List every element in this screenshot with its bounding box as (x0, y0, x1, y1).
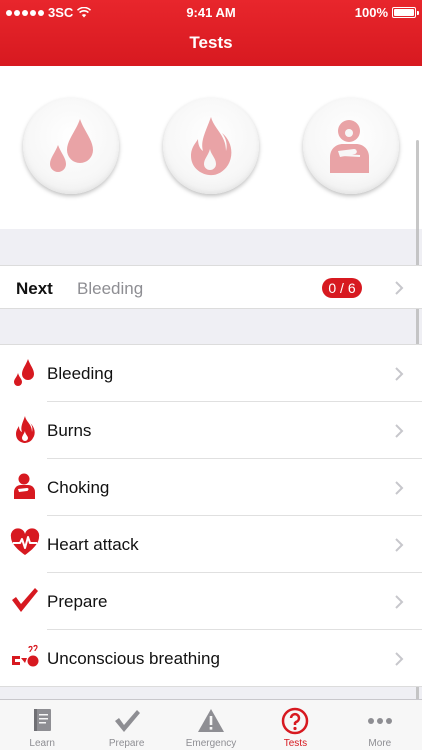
chevron-right-icon (395, 424, 404, 438)
flame-icon (191, 117, 232, 176)
checkmark-icon (12, 588, 38, 612)
tab-prepare[interactable]: Prepare (84, 700, 168, 750)
list-item-label: Bleeding (47, 364, 114, 383)
battery-icon (392, 7, 419, 18)
chevron-right-icon (395, 481, 404, 495)
status-bar: 3SC 9:41 AM 100% (0, 0, 422, 24)
tab-label: Emergency (185, 738, 237, 749)
tab-label: Prepare (108, 738, 145, 749)
list-item-heart-attack[interactable]: Heart attack (0, 516, 422, 573)
choking-person-icon (14, 473, 35, 499)
tests-list: Bleeding Burns Choking Heart attack Prep… (0, 344, 422, 687)
checkmark-icon (114, 710, 140, 732)
page-title: Tests (189, 33, 233, 52)
list-item-label: Choking (47, 478, 110, 497)
tab-label: Learn (29, 738, 55, 749)
choking-person-icon (330, 120, 369, 173)
tab-emergency[interactable]: Emergency (169, 700, 253, 750)
list-item-bleeding[interactable]: Bleeding (0, 345, 422, 402)
battery-percentage: 100% (354, 5, 388, 20)
blood-drop-icon (50, 119, 93, 172)
tab-learn[interactable]: Learn (0, 700, 84, 750)
tab-tests[interactable]: Tests (253, 700, 337, 750)
list-item-label: Prepare (47, 592, 108, 611)
bleeding-test-button[interactable] (23, 98, 119, 194)
list-item-label: Unconscious breathing (47, 649, 220, 668)
next-topic: Bleeding (77, 279, 144, 298)
list-item-label: Heart attack (47, 535, 139, 554)
chevron-right-icon (395, 595, 404, 609)
question-circle-icon (282, 707, 309, 735)
burns-test-button[interactable] (163, 98, 259, 194)
tab-bar: Learn Prepare Emergency Tests More (0, 699, 422, 750)
status-right: 100% (354, 5, 419, 20)
warning-icon (198, 709, 225, 732)
chevron-right-icon (395, 538, 404, 552)
flame-icon (16, 416, 35, 443)
list-item-label: Burns (47, 421, 92, 440)
list-item-burns[interactable]: Burns (0, 402, 422, 459)
chevron-right-icon (395, 367, 404, 381)
list-item-unconscious-breathing[interactable]: Unconscious breathing (0, 630, 422, 687)
recovery-position-icon (12, 644, 39, 667)
navigation-header: 3SC 9:41 AM 100% Tests (0, 0, 422, 66)
heart-ecg-icon (10, 528, 40, 555)
next-test-row[interactable]: Next Bleeding 0 / 6 (0, 265, 422, 309)
list-item-prepare[interactable]: Prepare (0, 573, 422, 630)
next-label: Next (16, 279, 53, 298)
blood-drop-icon (14, 359, 34, 386)
ellipsis-icon (367, 718, 392, 724)
book-icon (34, 709, 52, 731)
progress-badge: 0 / 6 (322, 278, 362, 298)
chevron-right-icon (395, 281, 404, 295)
list-item-choking[interactable]: Choking (0, 459, 422, 516)
tab-more[interactable]: More (338, 700, 422, 750)
choking-test-button[interactable] (303, 98, 399, 194)
chevron-right-icon (395, 652, 404, 666)
test-icon-carousel (0, 66, 422, 700)
tab-label: Tests (283, 738, 308, 749)
tab-label: More (368, 738, 392, 749)
